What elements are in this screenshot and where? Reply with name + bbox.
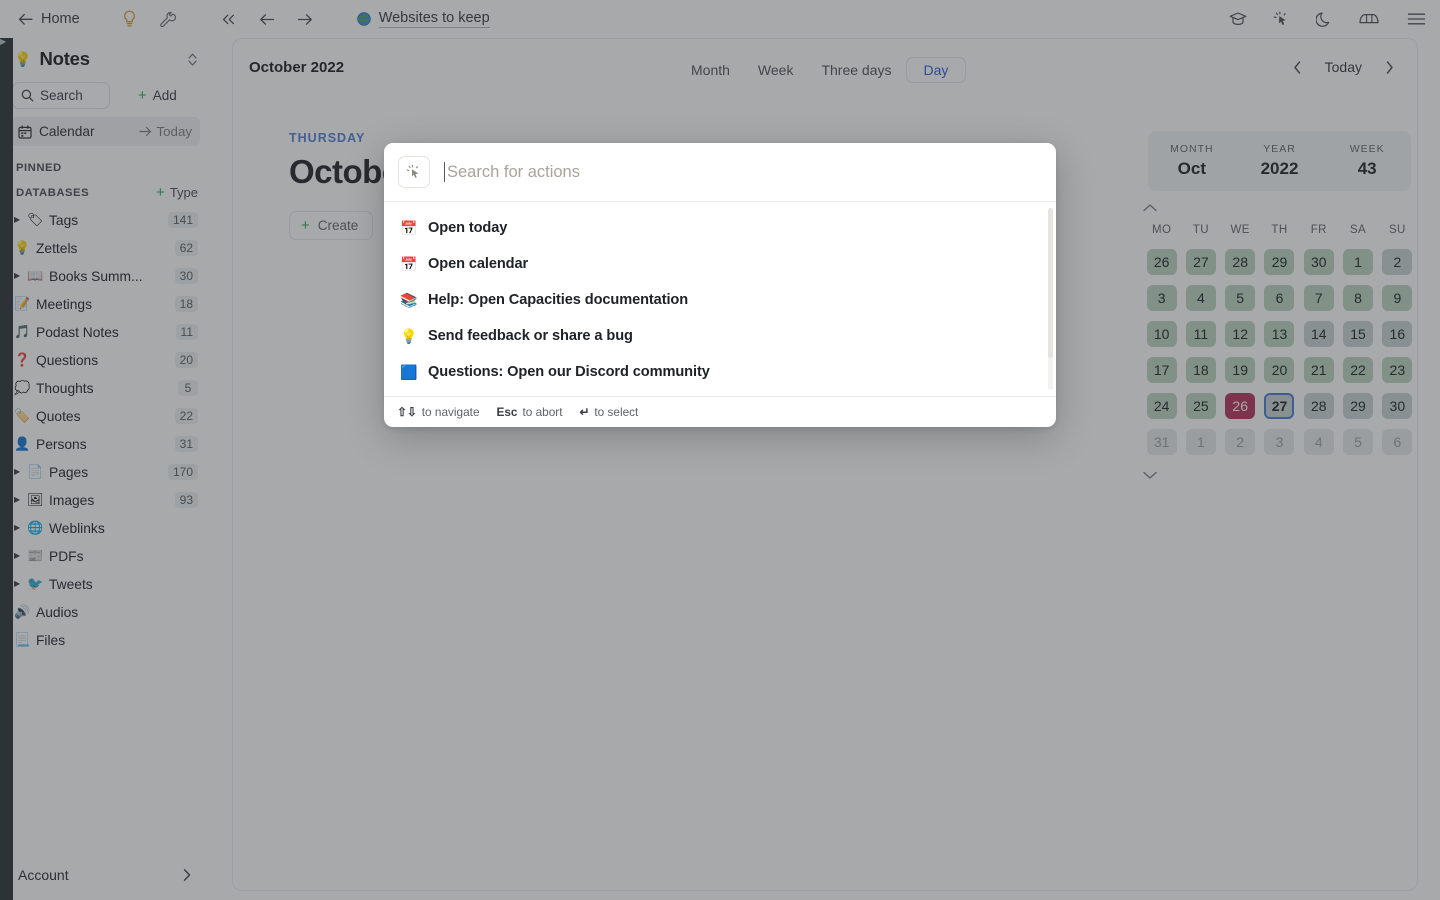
palette-item-label: Questions: Open our Discord community xyxy=(428,364,710,380)
navigate-text: to navigate xyxy=(422,405,480,419)
navigate-keys: ⇧⇩ xyxy=(397,405,417,419)
discord-icon: 🟦 xyxy=(400,364,428,381)
lightbulb-icon: 💡 xyxy=(400,328,428,345)
hint-select: ↵ to select xyxy=(580,405,639,419)
palette-item-label: Help: Open Capacities documentation xyxy=(428,292,688,308)
abort-key: Esc xyxy=(497,405,518,419)
palette-placeholder[interactable]: Search for actions xyxy=(447,163,580,182)
palette-item[interactable]: 📚Help: Open Capacities documentation xyxy=(384,282,1056,318)
palette-item-label: Send feedback or share a bug xyxy=(428,328,633,344)
books-icon: 📚 xyxy=(400,292,428,309)
select-key: ↵ xyxy=(580,405,590,419)
palette-item[interactable]: 💡Send feedback or share a bug xyxy=(384,318,1056,354)
command-palette: Search for actions 📅Open today📅Open cale… xyxy=(384,143,1056,427)
palette-scrollbar-thumb[interactable] xyxy=(1048,208,1053,358)
abort-text: to abort xyxy=(523,405,563,419)
palette-footer: ⇧⇩ to navigate Esc to abort ↵ to select xyxy=(384,396,1056,427)
palette-item-label: Open calendar xyxy=(428,256,528,272)
cursor-click-icon xyxy=(398,156,430,188)
calendar-icon: 📅 xyxy=(400,220,428,237)
calendar-icon: 📅 xyxy=(400,256,428,273)
palette-item-label: Open today xyxy=(428,220,507,236)
hint-navigate: ⇧⇩ to navigate xyxy=(397,405,480,419)
palette-item[interactable]: 📅Open today xyxy=(384,210,1056,246)
modal-overlay[interactable] xyxy=(0,0,1440,900)
app-root: Home Websites to keep xyxy=(0,0,1440,900)
palette-item[interactable]: 📅Open calendar xyxy=(384,246,1056,282)
palette-item[interactable]: 🟦Questions: Open our Discord community xyxy=(384,354,1056,390)
palette-results: 📅Open today📅Open calendar📚Help: Open Cap… xyxy=(384,201,1056,396)
select-text: to select xyxy=(594,405,638,419)
text-caret xyxy=(444,162,445,182)
palette-input-row: Search for actions xyxy=(384,143,1056,201)
hint-abort: Esc to abort xyxy=(497,405,563,419)
